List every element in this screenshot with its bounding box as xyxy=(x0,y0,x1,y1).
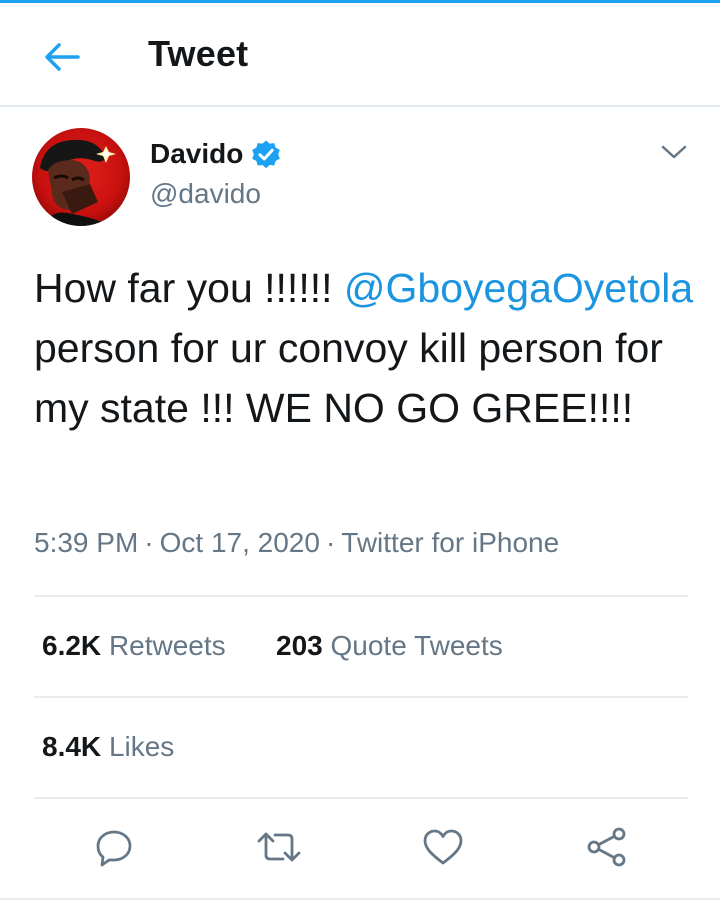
chevron-down-icon xyxy=(661,145,687,159)
like-button[interactable] xyxy=(418,822,468,872)
mention-link[interactable]: @GboyegaOyetola xyxy=(344,265,693,311)
verified-badge-icon xyxy=(252,140,280,169)
share-button[interactable] xyxy=(582,822,632,872)
avatar-image xyxy=(32,128,130,226)
likes-count: 8.4K xyxy=(42,731,102,762)
quotes-label: Quote Tweets xyxy=(330,630,503,661)
retweets-stat[interactable]: 6.2K Retweets xyxy=(42,630,226,662)
tweet-text-part-2: person for ur convoy kill person for my … xyxy=(34,325,663,431)
author-name[interactable]: Davido xyxy=(150,138,243,170)
tweet-text-part-1: How far you !!!!!! xyxy=(34,265,344,311)
divider xyxy=(34,797,688,799)
tweet-time: 5:39 PM xyxy=(34,527,139,558)
retweet-icon xyxy=(257,832,301,862)
tweet-source-link[interactable]: Twitter for iPhone xyxy=(341,527,559,558)
divider xyxy=(34,696,688,698)
bottom-divider xyxy=(0,898,720,900)
quotes-count: 203 xyxy=(276,630,323,661)
like-icon xyxy=(423,829,463,865)
page-title: Tweet xyxy=(148,33,249,74)
tweet-text: How far you !!!!!! @GboyegaOyetola perso… xyxy=(34,258,704,438)
divider xyxy=(34,595,688,597)
tweet-date: Oct 17, 2020 xyxy=(159,527,320,558)
meta-separator: · xyxy=(144,527,154,558)
likes-label: Likes xyxy=(108,731,175,762)
more-options-button[interactable] xyxy=(656,136,692,168)
retweets-count: 6.2K xyxy=(42,630,102,661)
retweet-button[interactable] xyxy=(254,822,304,872)
back-button[interactable] xyxy=(38,35,86,79)
arrow-left-icon xyxy=(45,43,80,71)
header-bar: Tweet xyxy=(0,3,720,107)
retweets-label: Retweets xyxy=(108,630,226,661)
reply-button[interactable] xyxy=(89,822,139,872)
reply-icon xyxy=(96,830,132,867)
share-icon xyxy=(587,827,626,867)
likes-stat[interactable]: 8.4K Likes xyxy=(42,731,174,763)
tweet-meta: 5:39 PM · Oct 17, 2020 · Twitter for iPhone xyxy=(34,527,559,559)
avatar[interactable] xyxy=(32,128,130,226)
author-handle[interactable]: @davido xyxy=(150,178,261,210)
tweet-detail-page: Tweet Davido @davido How far you !!!!!! … xyxy=(0,0,720,914)
meta-separator: · xyxy=(325,527,336,558)
quote-tweets-stat[interactable]: 203 Quote Tweets xyxy=(276,630,503,662)
